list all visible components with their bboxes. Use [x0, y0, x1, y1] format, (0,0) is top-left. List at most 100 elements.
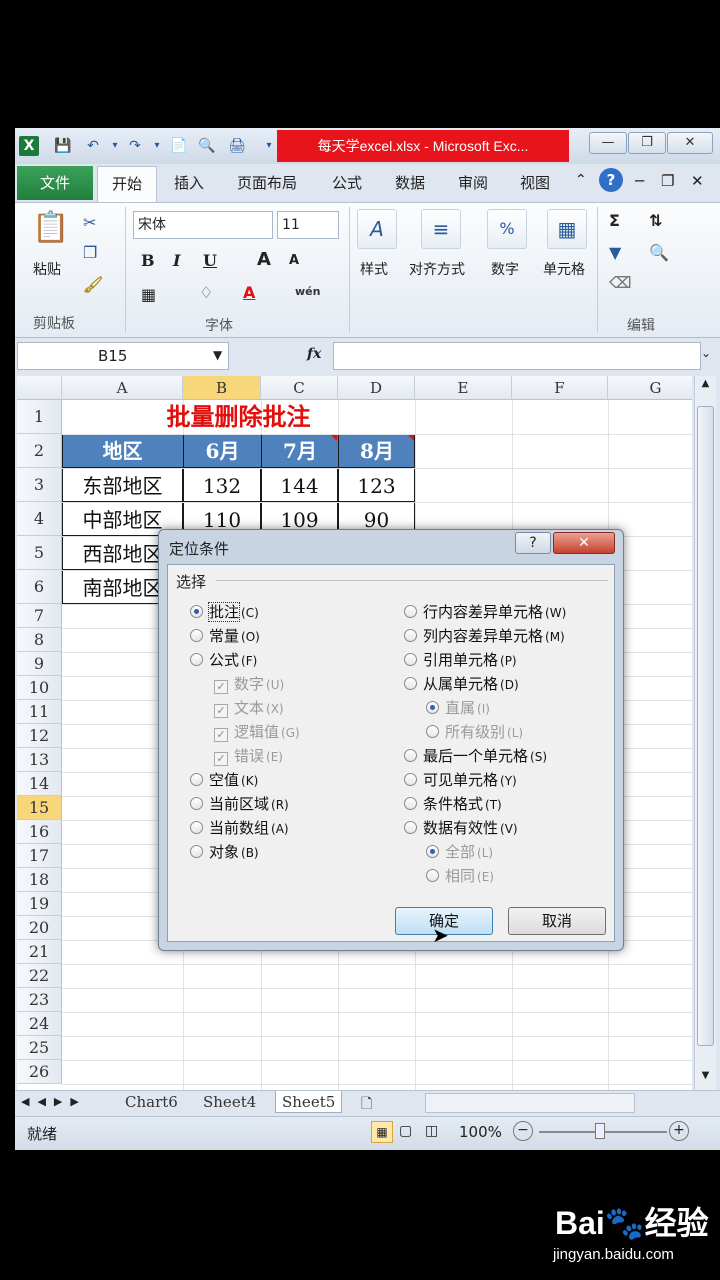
- option-radio[interactable]: 从属单元格 (D): [404, 673, 519, 694]
- option-radio[interactable]: 公式 (F): [190, 649, 257, 670]
- align-icon[interactable]: ≡: [421, 209, 461, 249]
- cancel-button[interactable]: 取消: [508, 907, 606, 935]
- row-header[interactable]: 14: [17, 772, 62, 796]
- redo-icon[interactable]: ↷: [125, 136, 145, 156]
- ribbon-close-icon[interactable]: ✕: [691, 172, 704, 190]
- copy-icon[interactable]: ❐: [83, 243, 97, 262]
- fill-icon[interactable]: ▼: [609, 243, 621, 262]
- normal-view-icon[interactable]: ▦: [371, 1121, 393, 1143]
- shrink-font-button[interactable]: A: [289, 253, 299, 268]
- zoom-slider-thumb[interactable]: [595, 1123, 605, 1139]
- row-header[interactable]: 4: [17, 502, 62, 536]
- option-radio[interactable]: 行内容差异单元格 (W): [404, 601, 566, 622]
- row-header[interactable]: 7: [17, 604, 62, 628]
- option-radio[interactable]: 可见单元格 (Y): [404, 769, 517, 790]
- option-radio[interactable]: 当前区域 (R): [190, 793, 289, 814]
- sheet-nav-icons[interactable]: ◀◀▶▶: [21, 1095, 87, 1108]
- row-header[interactable]: 16: [17, 820, 62, 844]
- row-header[interactable]: 23: [17, 988, 62, 1012]
- cells-icon[interactable]: ▦: [547, 209, 587, 249]
- page-layout-view-icon[interactable]: ▢: [399, 1123, 412, 1139]
- zoom-level[interactable]: 100%: [459, 1123, 502, 1141]
- paste-button[interactable]: 粘贴: [33, 259, 61, 279]
- row-header[interactable]: 22: [17, 964, 62, 988]
- row-header[interactable]: 19: [17, 892, 62, 916]
- row-header[interactable]: 25: [17, 1036, 62, 1060]
- number-button[interactable]: 数字: [491, 259, 519, 279]
- tab-file[interactable]: 文件: [17, 166, 93, 200]
- option-radio[interactable]: 列内容差异单元格 (M): [404, 625, 565, 646]
- tab-review[interactable]: 审阅: [458, 172, 488, 193]
- row-header[interactable]: 20: [17, 916, 62, 940]
- header-august[interactable]: 8月: [338, 434, 415, 468]
- option-radio[interactable]: 引用单元格 (P): [404, 649, 517, 670]
- tab-insert[interactable]: 插入: [174, 172, 204, 193]
- autosum-icon[interactable]: Σ: [609, 211, 620, 230]
- insert-function-icon[interactable]: fx: [307, 346, 321, 362]
- restore-button[interactable]: ❐: [628, 132, 666, 154]
- row-header[interactable]: 15: [17, 796, 62, 820]
- column-header-b[interactable]: B: [183, 376, 261, 400]
- font-color-icon[interactable]: A: [243, 283, 255, 302]
- option-radio[interactable]: 对象 (B): [190, 841, 259, 862]
- tab-data[interactable]: 数据: [395, 172, 425, 193]
- ribbon-minimize-icon[interactable]: ─: [635, 172, 644, 190]
- dialog-close-button[interactable]: ✕: [553, 532, 615, 554]
- dialog-help-button[interactable]: ?: [515, 532, 551, 554]
- styles-icon[interactable]: A: [357, 209, 397, 249]
- tab-formulas[interactable]: 公式: [332, 172, 362, 193]
- zoom-out-icon[interactable]: −: [513, 1121, 533, 1141]
- row-header[interactable]: 2: [17, 434, 62, 468]
- row-header[interactable]: 18: [17, 868, 62, 892]
- collapse-ribbon-icon[interactable]: ⌃: [575, 172, 587, 188]
- phonetic-button[interactable]: wén: [295, 285, 320, 298]
- insert-sheet-icon[interactable]: 🗋: [361, 1093, 372, 1117]
- print-preview-icon[interactable]: 🔍: [197, 136, 217, 156]
- option-radio[interactable]: 最后一个单元格 (S): [404, 745, 547, 766]
- row-header[interactable]: 3: [17, 468, 62, 502]
- customize-toolbar-icon[interactable]: ▾: [259, 136, 279, 156]
- row-header[interactable]: 8: [17, 628, 62, 652]
- row-header[interactable]: 6: [17, 570, 62, 604]
- scroll-down-icon[interactable]: ▼: [697, 1070, 714, 1084]
- select-all-corner[interactable]: [17, 376, 62, 400]
- ribbon-restore-icon[interactable]: ❐: [661, 172, 674, 190]
- row-header[interactable]: 21: [17, 940, 62, 964]
- row-header[interactable]: 17: [17, 844, 62, 868]
- name-box-dropdown-icon[interactable]: ▼: [213, 348, 222, 362]
- print-icon[interactable]: 🖨: [227, 136, 247, 156]
- option-radio[interactable]: 数据有效性 (V): [404, 817, 518, 838]
- row-header[interactable]: 12: [17, 724, 62, 748]
- scroll-thumb[interactable]: [697, 406, 714, 1046]
- paste-icon[interactable]: 📋: [31, 209, 71, 249]
- formula-input[interactable]: [333, 342, 701, 370]
- row-header[interactable]: 10: [17, 676, 62, 700]
- font-size-select[interactable]: 11: [277, 211, 339, 239]
- underline-button[interactable]: U: [203, 251, 217, 270]
- bold-button[interactable]: B: [141, 251, 155, 270]
- font-name-select[interactable]: 宋体: [133, 211, 273, 239]
- row-header[interactable]: 13: [17, 748, 62, 772]
- expand-formula-icon[interactable]: ⌄: [701, 346, 711, 360]
- number-format-icon[interactable]: %: [487, 209, 527, 249]
- minimize-button[interactable]: —: [589, 132, 627, 154]
- sheet-tab-chart6[interactable]: Chart6: [119, 1091, 184, 1113]
- help-icon[interactable]: ?: [599, 168, 623, 192]
- row-header[interactable]: 24: [17, 1012, 62, 1036]
- format-painter-icon[interactable]: 🖌: [83, 275, 103, 294]
- grow-font-button[interactable]: A: [257, 249, 271, 270]
- find-select-icon[interactable]: 🔍: [649, 243, 669, 262]
- table-cell[interactable]: 123: [338, 468, 415, 502]
- column-header-d[interactable]: D: [338, 376, 415, 400]
- save-icon[interactable]: 💾: [53, 136, 73, 156]
- tab-home[interactable]: 开始: [97, 166, 157, 202]
- column-header-c[interactable]: C: [261, 376, 338, 400]
- close-button[interactable]: ✕: [667, 132, 713, 154]
- row-header[interactable]: 9: [17, 652, 62, 676]
- option-radio[interactable]: 空值 (K): [190, 769, 258, 790]
- fill-color-icon[interactable]: ♢: [199, 283, 213, 302]
- scroll-up-icon[interactable]: ▲: [697, 378, 714, 392]
- horizontal-scrollbar[interactable]: [425, 1093, 635, 1113]
- row-header[interactable]: 1: [17, 400, 62, 434]
- column-header-f[interactable]: F: [512, 376, 608, 400]
